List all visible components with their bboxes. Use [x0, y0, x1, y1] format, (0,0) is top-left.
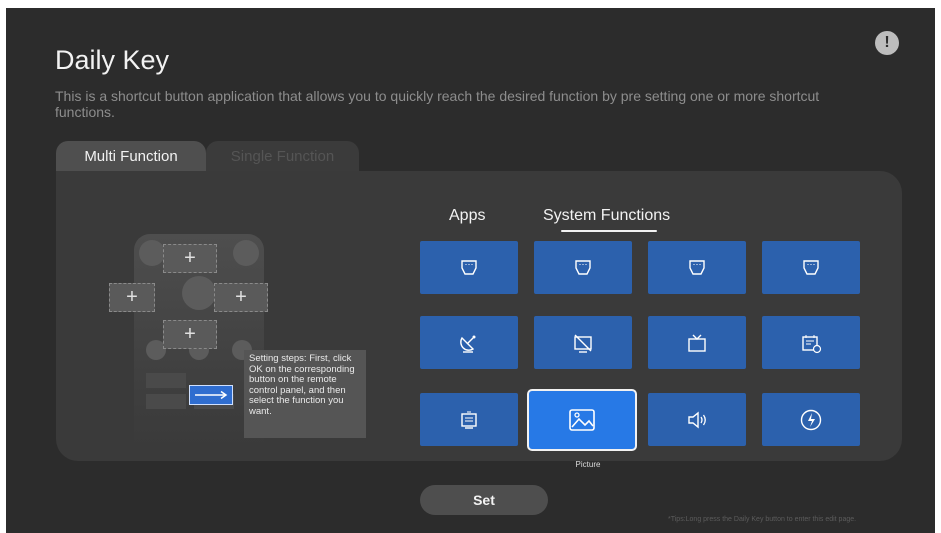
tips-text: *Tips:Long press the Daily Key button to… [668, 516, 857, 523]
tile-hdmi-1[interactable] [420, 241, 518, 294]
channel-list-icon [461, 411, 477, 429]
power-mode-icon [800, 409, 822, 430]
tile-channel-list[interactable] [420, 393, 518, 446]
remote-button [139, 240, 165, 266]
remote-slot-up[interactable]: + [163, 244, 217, 273]
tile-power-mode[interactable] [762, 393, 860, 446]
setting-steps-tooltip: Setting steps: First, click OK on the co… [244, 350, 366, 438]
tile-hdmi-2[interactable] [534, 241, 632, 294]
hdmi-icon [575, 259, 591, 275]
tile-hdmi-4[interactable] [762, 241, 860, 294]
tile-epg[interactable] [762, 316, 860, 369]
info-icon[interactable]: ! [875, 31, 899, 55]
tv-off-icon [574, 334, 592, 353]
remote-daily-key-button[interactable] [189, 385, 233, 405]
tile-satellite[interactable] [420, 316, 518, 369]
hdmi-icon [461, 259, 477, 275]
picture-icon [569, 409, 595, 431]
remote-slot-right[interactable]: + [214, 283, 268, 312]
satellite-icon [460, 335, 476, 353]
tile-picture[interactable] [527, 389, 637, 451]
tab-multi-function[interactable]: Multi Function [56, 141, 206, 171]
tile-volume[interactable] [648, 393, 746, 446]
epg-schedule-icon [802, 334, 822, 353]
remote-button [146, 394, 186, 409]
tab-single-function[interactable]: Single Function [206, 141, 359, 171]
remote-slot-down[interactable]: + [163, 320, 217, 349]
category-apps[interactable]: Apps [449, 207, 485, 225]
hdmi-icon [803, 259, 819, 275]
category-system-functions[interactable]: System Functions [543, 207, 670, 225]
selected-tile-label: Picture [575, 460, 601, 469]
remote-slot-left[interactable]: + [109, 283, 155, 312]
page-description: This is a shortcut button application th… [55, 88, 820, 120]
tv-icon [688, 334, 706, 352]
arrow-right-icon [195, 390, 228, 400]
hdmi-icon [689, 259, 705, 275]
tile-tv[interactable] [648, 316, 746, 369]
daily-key-screen: ! Daily Key This is a shortcut button ap… [6, 8, 935, 533]
tile-hdmi-3[interactable] [648, 241, 746, 294]
tile-tv-off[interactable] [534, 316, 632, 369]
active-category-underline [561, 230, 657, 232]
set-button[interactable]: Set [420, 485, 548, 515]
remote-button [233, 240, 259, 266]
remote-button [146, 373, 186, 388]
remote-ok-button [182, 276, 216, 310]
volume-icon [688, 411, 706, 428]
page-title: Daily Key [55, 45, 170, 75]
